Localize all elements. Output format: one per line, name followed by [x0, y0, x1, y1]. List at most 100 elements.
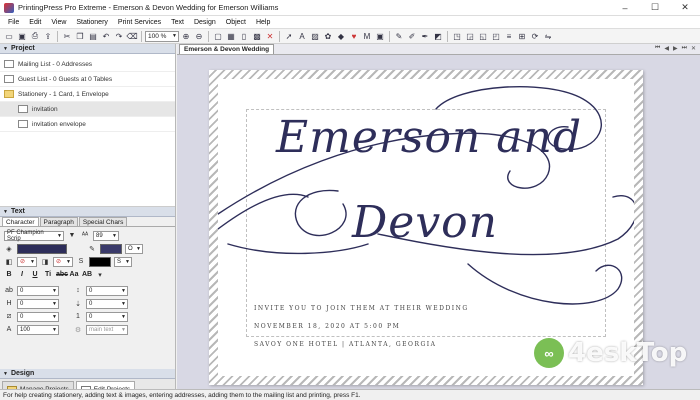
font-size-icon[interactable]: ᴬᴬ: [80, 231, 90, 241]
save-icon[interactable]: ▣: [16, 30, 28, 42]
width-field[interactable]: 100 ▼: [17, 324, 59, 335]
open-folder-icon[interactable]: ▭: [3, 30, 15, 42]
underline-button[interactable]: U: [30, 271, 40, 278]
close-button[interactable]: ✕: [670, 0, 700, 16]
border-icon[interactable]: ▣: [374, 30, 386, 42]
outline-pen-icon[interactable]: ✎: [87, 244, 97, 254]
cut-icon[interactable]: ✂: [61, 30, 73, 42]
menu-stationery[interactable]: Stationery: [71, 19, 113, 26]
rotate-icon[interactable]: ⟳: [529, 30, 541, 42]
line-spacing-field[interactable]: 0 ▼: [86, 285, 128, 296]
heart-icon[interactable]: ♥: [348, 30, 360, 42]
last-page-icon[interactable]: ⏭: [682, 45, 687, 52]
page-icon[interactable]: ▯: [238, 30, 250, 42]
baseline-field[interactable]: 0 ▼: [86, 298, 128, 309]
tab-character[interactable]: Character: [2, 217, 39, 226]
document-tab[interactable]: Emerson & Devon Wedding: [179, 44, 275, 54]
close-doc-icon[interactable]: ✕: [691, 45, 696, 52]
link-icon[interactable]: ⚙: [73, 325, 83, 335]
fill-bucket-icon[interactable]: ◈: [4, 244, 14, 254]
fill-style-select-1[interactable]: ⊘ ▼: [17, 256, 37, 267]
monogram-icon[interactable]: M: [361, 30, 373, 42]
prev-page-icon[interactable]: ◀: [664, 45, 669, 52]
caps-button[interactable]: AB: [82, 271, 92, 278]
invite-text-line-2[interactable]: NOVEMBER 18, 2020 AT 5:00 PM: [254, 323, 400, 330]
shape-icon[interactable]: ◆: [335, 30, 347, 42]
undo-icon[interactable]: ↶: [100, 30, 112, 42]
send-back-icon[interactable]: ◲: [464, 30, 476, 42]
tab-paragraph[interactable]: Paragraph: [39, 217, 78, 226]
print-icon[interactable]: ⎙: [29, 30, 41, 42]
distribute-icon[interactable]: ⊞: [516, 30, 528, 42]
grid-icon[interactable]: ▩: [251, 30, 263, 42]
fit-page-icon[interactable]: ▢: [212, 30, 224, 42]
paste-icon[interactable]: ▤: [87, 30, 99, 42]
align-icon[interactable]: ≡: [503, 30, 515, 42]
ungroup-icon[interactable]: ◰: [490, 30, 502, 42]
case-button[interactable]: Aa: [69, 271, 79, 278]
maximize-button[interactable]: ☐: [640, 0, 670, 16]
invitation-envelope-item[interactable]: invitation envelope: [0, 117, 175, 132]
skew-field[interactable]: 0 ▼: [17, 311, 59, 322]
shadow-icon[interactable]: S: [76, 257, 86, 267]
brush-tool-icon[interactable]: ✐: [406, 30, 418, 42]
group-icon[interactable]: ◱: [477, 30, 489, 42]
font-select[interactable]: PF Champion Scrip ▼: [4, 230, 64, 242]
gradient-icon[interactable]: ◧: [4, 257, 14, 267]
italic-button[interactable]: I: [17, 271, 27, 278]
shadow-color-swatch[interactable]: [89, 256, 111, 267]
fill-icon[interactable]: ◩: [432, 30, 444, 42]
menu-object[interactable]: Object: [221, 19, 251, 26]
char-spacing-field[interactable]: 0 ▼: [17, 285, 59, 296]
mailing-list-item[interactable]: Mailing List - 0 Addresses: [0, 57, 175, 72]
first-line-field[interactable]: 0 ▼: [86, 311, 128, 322]
text-tool-icon[interactable]: A: [296, 30, 308, 42]
image-tool-icon[interactable]: ▨: [309, 30, 321, 42]
title-case-button[interactable]: Ti: [43, 271, 53, 278]
height-field[interactable]: 0 ▼: [17, 298, 59, 309]
menu-design[interactable]: Design: [189, 19, 221, 26]
menu-file[interactable]: File: [3, 19, 24, 26]
project-panel-header[interactable]: ▼ Project: [0, 44, 175, 54]
flip-icon[interactable]: ⇋: [542, 30, 554, 42]
menu-help[interactable]: Help: [251, 19, 275, 26]
menu-view[interactable]: View: [46, 19, 71, 26]
clear-icon[interactable]: ⌫: [126, 30, 138, 42]
text-mode-field[interactable]: main text ▼: [86, 324, 128, 335]
clipart-icon[interactable]: ✿: [322, 30, 334, 42]
pattern-icon[interactable]: ◨: [40, 257, 50, 267]
guest-list-item[interactable]: Guest List - 0 Guests at 0 Tables: [0, 72, 175, 87]
stationery-item[interactable]: Stationery - 1 Card, 1 Envelope: [0, 87, 175, 102]
outline-color-swatch[interactable]: [100, 243, 122, 254]
invite-text-line-3[interactable]: SAVOY ONE HOTEL | ATLANTA, GEORGIA: [254, 341, 436, 348]
invitation-item[interactable]: invitation: [0, 102, 175, 117]
zoom-select[interactable]: 100 % ▼: [145, 30, 179, 42]
first-page-icon[interactable]: ⏮: [655, 45, 660, 52]
zoom-in-icon[interactable]: ⊕: [180, 30, 192, 42]
minimize-button[interactable]: –: [610, 0, 640, 16]
shadow-select[interactable]: S ▼: [114, 256, 132, 267]
text-color-swatch[interactable]: [17, 243, 67, 254]
strikethrough-button[interactable]: abc: [56, 271, 68, 278]
more-format-icon[interactable]: ▾: [95, 270, 105, 280]
delete-icon[interactable]: ✕: [264, 30, 276, 42]
zoom-out-icon[interactable]: ⊖: [193, 30, 205, 42]
menu-edit[interactable]: Edit: [24, 19, 46, 26]
menu-print-services[interactable]: Print Services: [113, 19, 166, 26]
outline-width-select[interactable]: O ▼: [125, 243, 143, 254]
invite-text-line-1[interactable]: INVITE YOU TO JOIN THEM AT THEIR WEDDING: [254, 305, 469, 312]
next-page-icon[interactable]: ▶: [673, 45, 678, 52]
copy-icon[interactable]: ❐: [74, 30, 86, 42]
pen-tool-icon[interactable]: ✎: [393, 30, 405, 42]
design-panel-header[interactable]: ▼ Design: [0, 369, 175, 379]
bring-front-icon[interactable]: ◳: [451, 30, 463, 42]
pointer-icon[interactable]: ➚: [283, 30, 295, 42]
names-line-2[interactable]: Devon: [352, 197, 498, 248]
font-size-select[interactable]: 89 ▼: [93, 230, 119, 241]
menu-text[interactable]: Text: [166, 19, 189, 26]
fit-width-icon[interactable]: ▦: [225, 30, 237, 42]
upload-icon[interactable]: ⇪: [42, 30, 54, 42]
font-filter-icon[interactable]: ▼: [67, 231, 77, 241]
tab-special-chars[interactable]: Special Chars: [78, 217, 128, 226]
invitation-card[interactable]: Emerson and Devon INVITE YOU TO JOIN THE…: [218, 79, 634, 376]
